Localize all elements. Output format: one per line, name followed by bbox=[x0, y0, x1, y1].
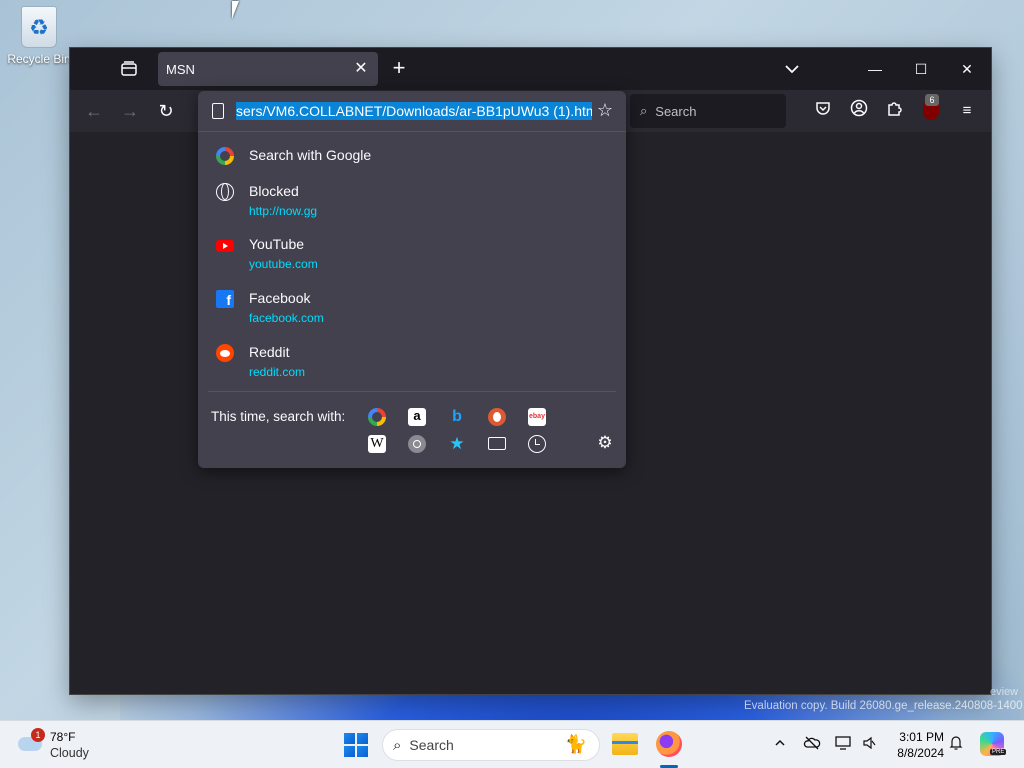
back-button[interactable]: ← bbox=[82, 99, 106, 123]
weather-widget[interactable]: 1 78°F Cloudy bbox=[18, 728, 108, 761]
clock-date: 8/8/2024 bbox=[897, 746, 944, 760]
engine-lookup-icon[interactable] bbox=[408, 435, 426, 453]
recycle-bin-shortcut[interactable]: Recycle Bin bbox=[6, 6, 72, 66]
result-url: facebook.com bbox=[249, 311, 324, 325]
engine-wikipedia-icon[interactable]: W bbox=[368, 435, 386, 453]
pocket-button[interactable] bbox=[811, 99, 835, 123]
tabs-icon[interactable] bbox=[488, 437, 506, 450]
clock-time: 3:01 PM bbox=[899, 730, 944, 744]
maximize-button[interactable]: ☐ bbox=[898, 54, 944, 84]
result-title: Blocked bbox=[249, 183, 299, 199]
search-bar[interactable]: ⌕ Search bbox=[630, 94, 786, 128]
history-clock-icon[interactable] bbox=[528, 435, 546, 453]
oneoff-search-label: This time, search with: bbox=[211, 409, 346, 424]
search-icon: ⌕ bbox=[393, 736, 402, 754]
url-selected-text: sers/VM6.COLLABNET/Downloads/ar-BB1pUWu3… bbox=[236, 102, 592, 120]
start-button[interactable] bbox=[344, 733, 368, 757]
show-hidden-icons-chevron-icon[interactable] bbox=[770, 735, 790, 755]
account-icon bbox=[850, 99, 868, 117]
pocket-icon bbox=[816, 102, 830, 115]
search-settings-gear-icon[interactable]: ⚙ bbox=[595, 434, 615, 452]
tab-close-icon[interactable]: ✕ bbox=[352, 60, 370, 78]
search-highlight-cat-icon: 🐈 bbox=[564, 734, 587, 754]
result-title: Facebook bbox=[249, 290, 311, 306]
new-tab-button[interactable]: + bbox=[388, 57, 410, 80]
puzzle-icon bbox=[888, 102, 902, 116]
taskbar-search[interactable]: ⌕ Search 🐈 bbox=[382, 729, 600, 761]
bookmark-star-icon[interactable]: ☆ bbox=[594, 99, 616, 121]
result-url: youtube.com bbox=[249, 257, 318, 271]
extensions-button[interactable] bbox=[883, 99, 907, 123]
windows-logo-icon bbox=[344, 733, 355, 744]
watermark-preview-text: eview bbox=[990, 686, 1019, 698]
tab-strip: MSN ✕ + — ☐ ✕ bbox=[70, 48, 991, 90]
tab-msn[interactable]: MSN ✕ bbox=[158, 52, 378, 86]
taskbar-search-placeholder: Search bbox=[409, 737, 454, 753]
result-youtube[interactable]: YouTube youtube.com bbox=[208, 230, 616, 276]
account-button[interactable] bbox=[847, 99, 871, 123]
reddit-icon bbox=[216, 344, 234, 362]
divider bbox=[198, 131, 626, 132]
weather-condition: Cloudy bbox=[50, 746, 89, 760]
network-offline-icon[interactable] bbox=[802, 735, 822, 755]
list-all-tabs-button[interactable] bbox=[782, 60, 802, 78]
engine-duckduckgo-icon[interactable] bbox=[488, 408, 506, 426]
mouse-cursor-icon bbox=[232, 1, 246, 19]
result-reddit[interactable]: Reddit reddit.com bbox=[208, 338, 616, 384]
app-menu-button[interactable]: ≡ bbox=[955, 99, 979, 123]
result-url: http://now.gg bbox=[249, 204, 318, 218]
volume-muted-icon[interactable] bbox=[859, 735, 879, 755]
engine-ebay-icon[interactable]: ebay bbox=[528, 408, 546, 426]
tab-title: MSN bbox=[166, 61, 195, 77]
clock[interactable]: 3:01 PM 8/8/2024 bbox=[880, 729, 944, 761]
divider bbox=[208, 391, 616, 392]
search-placeholder: Search bbox=[655, 103, 697, 119]
close-window-button[interactable]: ✕ bbox=[944, 54, 990, 84]
chevron-down-icon bbox=[785, 65, 799, 74]
result-title: YouTube bbox=[249, 236, 305, 252]
result-title: Search with Google bbox=[249, 147, 372, 163]
bookmarks-star-icon[interactable]: ★ bbox=[448, 435, 466, 453]
weather-temperature: 78°F bbox=[50, 730, 76, 744]
file-explorer-icon[interactable] bbox=[612, 733, 638, 755]
weather-alert-badge: 1 bbox=[31, 728, 45, 742]
firefox-taskbar-icon[interactable] bbox=[656, 731, 682, 757]
google-icon bbox=[216, 147, 234, 165]
ublock-count-badge: 6 bbox=[925, 94, 939, 106]
tab-list-icon bbox=[121, 61, 137, 76]
recycle-bin-icon bbox=[21, 6, 57, 48]
display-icon[interactable] bbox=[833, 735, 853, 755]
result-blocked[interactable]: Blocked http://now.gg bbox=[208, 177, 616, 223]
page-icon bbox=[212, 103, 224, 119]
facebook-icon: f bbox=[216, 290, 234, 308]
urlbar-dropdown: sers/VM6.COLLABNET/Downloads/ar-BB1pUWu3… bbox=[198, 91, 626, 468]
engine-amazon-icon[interactable]: a bbox=[408, 408, 426, 426]
copilot-preview-badge: PRE bbox=[990, 749, 1007, 755]
engine-bing-icon[interactable]: b bbox=[448, 408, 466, 426]
url-field[interactable]: sers/VM6.COLLABNET/Downloads/ar-BB1pUWu3… bbox=[236, 101, 592, 121]
search-icon: ⌕ bbox=[640, 103, 648, 118]
taskbar: 1 78°F Cloudy ⌕ Search 🐈 3:01 PM 8/8/202… bbox=[0, 720, 1024, 768]
evaluation-watermark: Evaluation copy. Build 26080.ge_release.… bbox=[744, 700, 1023, 712]
minimize-button[interactable]: — bbox=[852, 54, 898, 84]
result-facebook[interactable]: f Facebook facebook.com bbox=[208, 284, 616, 330]
youtube-icon bbox=[216, 240, 234, 252]
notifications-bell-icon[interactable] bbox=[946, 735, 966, 755]
engine-google-icon[interactable] bbox=[368, 408, 386, 426]
globe-icon bbox=[216, 183, 234, 201]
result-url: reddit.com bbox=[249, 365, 306, 379]
url-input[interactable]: sers/VM6.COLLABNET/Downloads/ar-BB1pUWu3… bbox=[198, 91, 626, 131]
recycle-bin-label: Recycle Bin bbox=[7, 52, 71, 66]
result-search-with-google[interactable]: Search with Google bbox=[208, 141, 616, 171]
result-title: Reddit bbox=[249, 344, 290, 360]
forward-button[interactable]: → bbox=[118, 99, 142, 123]
reload-button[interactable]: ↻ bbox=[154, 99, 178, 123]
firefox-view-button[interactable] bbox=[118, 58, 140, 80]
